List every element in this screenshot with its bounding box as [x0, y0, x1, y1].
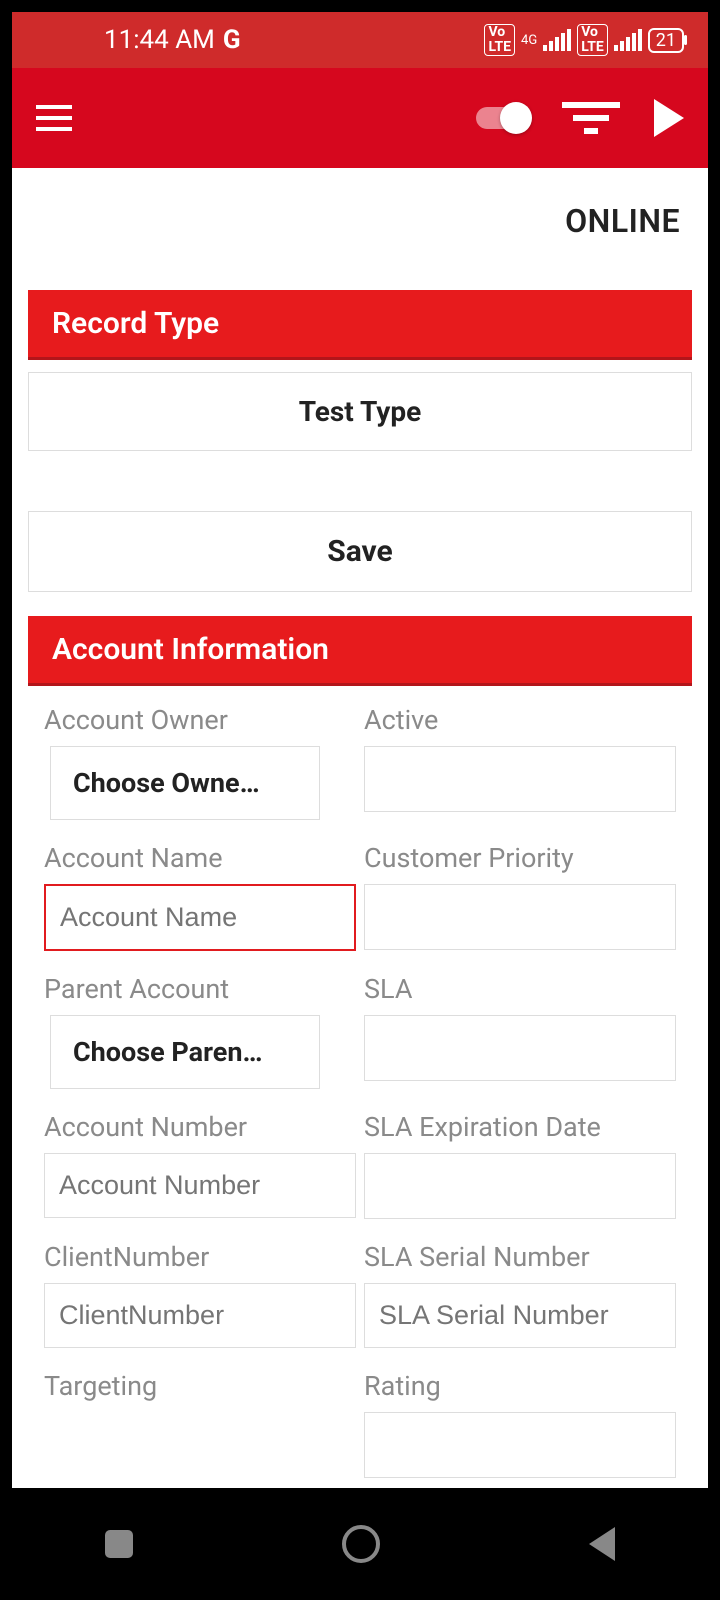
volte-icon-2: VoLTE — [577, 24, 608, 57]
status-bar: 11:44 AM G VoLTE 4G VoLTE 21 — [12, 12, 708, 68]
volte-icon-1: VoLTE — [484, 24, 515, 57]
active-input[interactable] — [364, 746, 676, 812]
google-icon: G — [223, 25, 241, 55]
client-number-label: ClientNumber — [44, 1241, 356, 1273]
back-icon[interactable] — [589, 1527, 615, 1561]
sla-serial-label: SLA Serial Number — [364, 1241, 676, 1273]
account-number-input[interactable] — [44, 1153, 356, 1218]
app-toolbar — [12, 68, 708, 168]
play-icon[interactable] — [654, 99, 684, 137]
signal-icon-2 — [614, 29, 642, 51]
parent-account-label: Parent Account — [44, 973, 356, 1005]
online-status: ONLINE — [565, 202, 680, 240]
android-navbar — [0, 1488, 720, 1600]
sla-input[interactable] — [364, 1015, 676, 1081]
status-time: 11:44 AM — [104, 25, 215, 55]
rating-input[interactable] — [364, 1412, 676, 1478]
sla-serial-input[interactable] — [364, 1283, 676, 1348]
sla-expiration-label: SLA Expiration Date — [364, 1111, 676, 1143]
content-area: ONLINE Record Type Test Type Save Accoun… — [12, 168, 708, 1488]
parent-account-picker[interactable]: Choose Paren… — [50, 1015, 320, 1089]
account-number-label: Account Number — [44, 1111, 356, 1143]
sla-expiration-input[interactable] — [364, 1153, 676, 1219]
targeting-label: Targeting — [44, 1370, 356, 1402]
account-name-label: Account Name — [44, 842, 356, 874]
menu-icon[interactable] — [36, 105, 72, 131]
active-label: Active — [364, 704, 676, 736]
recent-apps-icon[interactable] — [105, 1530, 133, 1558]
sync-toggle[interactable] — [476, 107, 528, 129]
sla-label: SLA — [364, 973, 676, 1005]
filter-icon[interactable] — [562, 102, 620, 134]
network-4g-icon: 4G — [521, 34, 537, 47]
account-owner-picker[interactable]: Choose Owne… — [50, 746, 320, 820]
signal-icon-1 — [543, 29, 571, 51]
battery-icon: 21 — [648, 28, 684, 53]
client-number-input[interactable] — [44, 1283, 356, 1348]
record-type-header: Record Type — [28, 290, 692, 360]
record-type-select[interactable]: Test Type — [28, 372, 692, 451]
account-name-input[interactable] — [44, 884, 356, 951]
account-owner-label: Account Owner — [44, 704, 356, 736]
customer-priority-label: Customer Priority — [364, 842, 676, 874]
customer-priority-input[interactable] — [364, 884, 676, 950]
rating-label: Rating — [364, 1370, 676, 1402]
save-button[interactable]: Save — [28, 511, 692, 592]
account-info-header: Account Information — [28, 616, 692, 686]
home-icon[interactable] — [342, 1525, 380, 1563]
